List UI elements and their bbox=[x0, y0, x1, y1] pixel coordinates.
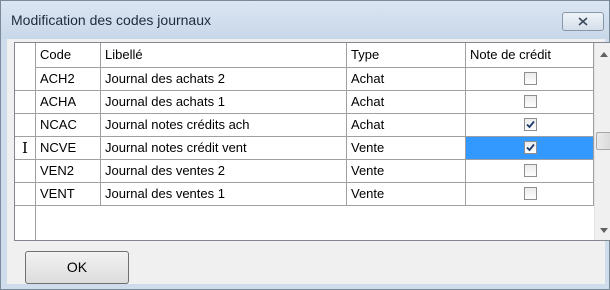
cell-libelle[interactable]: Journal des achats 1 bbox=[101, 91, 347, 114]
cell-code[interactable]: NCVE bbox=[36, 137, 101, 160]
note-credit-checkbox[interactable] bbox=[524, 141, 537, 154]
cell-type[interactable]: Achat bbox=[347, 68, 466, 91]
cell-type[interactable]: Vente bbox=[347, 183, 466, 206]
cell-note-credit[interactable] bbox=[466, 114, 594, 137]
cell-note-credit[interactable] bbox=[466, 160, 594, 183]
cell-code[interactable]: VENT bbox=[36, 183, 101, 206]
dialog-client-area: Code Libellé Type Note de crédit ACH2 Journa… bbox=[7, 39, 610, 284]
cell-libelle[interactable]: Journal des ventes 2 bbox=[101, 160, 347, 183]
note-credit-checkbox[interactable] bbox=[524, 164, 537, 177]
checkmark-icon bbox=[526, 143, 535, 152]
close-icon bbox=[578, 17, 588, 26]
scroll-up-arrow-icon[interactable] bbox=[600, 52, 608, 57]
column-header-type[interactable]: Type bbox=[347, 43, 466, 68]
vertical-scrollbar[interactable] bbox=[594, 43, 610, 240]
close-button[interactable] bbox=[562, 12, 604, 31]
cell-code[interactable]: VEN2 bbox=[36, 160, 101, 183]
title-bar[interactable]: Modification des codes journaux bbox=[1, 1, 609, 39]
column-header-row: Code Libellé Type Note de crédit bbox=[15, 43, 594, 68]
column-header-libelle[interactable]: Libellé bbox=[101, 43, 347, 68]
row-header[interactable] bbox=[15, 91, 36, 114]
cell-libelle[interactable]: Journal des achats 2 bbox=[101, 68, 347, 91]
cell-type[interactable]: Achat bbox=[347, 91, 466, 114]
cell-note-credit[interactable] bbox=[466, 137, 594, 160]
journal-codes-grid[interactable]: Code Libellé Type Note de crédit ACH2 Journa… bbox=[14, 42, 610, 241]
cell-note-credit[interactable] bbox=[466, 183, 594, 206]
note-credit-checkbox[interactable] bbox=[524, 187, 537, 200]
dialog-window: Modification des codes journaux Code Libe… bbox=[0, 0, 610, 290]
scroll-down-arrow-icon[interactable] bbox=[600, 228, 608, 233]
checkmark-icon bbox=[526, 120, 535, 129]
cell-code[interactable]: ACHA bbox=[36, 91, 101, 114]
row-header[interactable] bbox=[15, 160, 36, 183]
ok-button[interactable]: OK bbox=[25, 251, 129, 284]
column-header-code[interactable]: Code bbox=[36, 43, 101, 68]
row-header[interactable]: I bbox=[15, 137, 36, 160]
cell-libelle[interactable]: Journal des ventes 1 bbox=[101, 183, 347, 206]
scrollbar-thumb[interactable] bbox=[596, 132, 610, 150]
note-credit-checkbox[interactable] bbox=[524, 118, 537, 131]
row-header[interactable] bbox=[15, 183, 36, 206]
cell-libelle[interactable]: Journal notes crédits ach bbox=[101, 114, 347, 137]
cell-type[interactable]: Achat bbox=[347, 114, 466, 137]
note-credit-checkbox[interactable] bbox=[524, 72, 537, 85]
row-header[interactable] bbox=[15, 68, 36, 91]
column-header-note_credit[interactable]: Note de crédit bbox=[466, 43, 594, 68]
cell-libelle[interactable]: Journal notes crédit vent bbox=[101, 137, 347, 160]
cell-note-credit[interactable] bbox=[466, 68, 594, 91]
window-title: Modification des codes journaux bbox=[11, 12, 212, 28]
cell-type[interactable]: Vente bbox=[347, 160, 466, 183]
current-row-marker: I bbox=[22, 139, 28, 157]
cell-type[interactable]: Vente bbox=[347, 137, 466, 160]
note-credit-checkbox[interactable] bbox=[524, 95, 537, 108]
cell-note-credit[interactable] bbox=[466, 91, 594, 114]
cell-code[interactable]: ACH2 bbox=[36, 68, 101, 91]
row-header[interactable] bbox=[15, 114, 36, 137]
cell-code[interactable]: NCAC bbox=[36, 114, 101, 137]
